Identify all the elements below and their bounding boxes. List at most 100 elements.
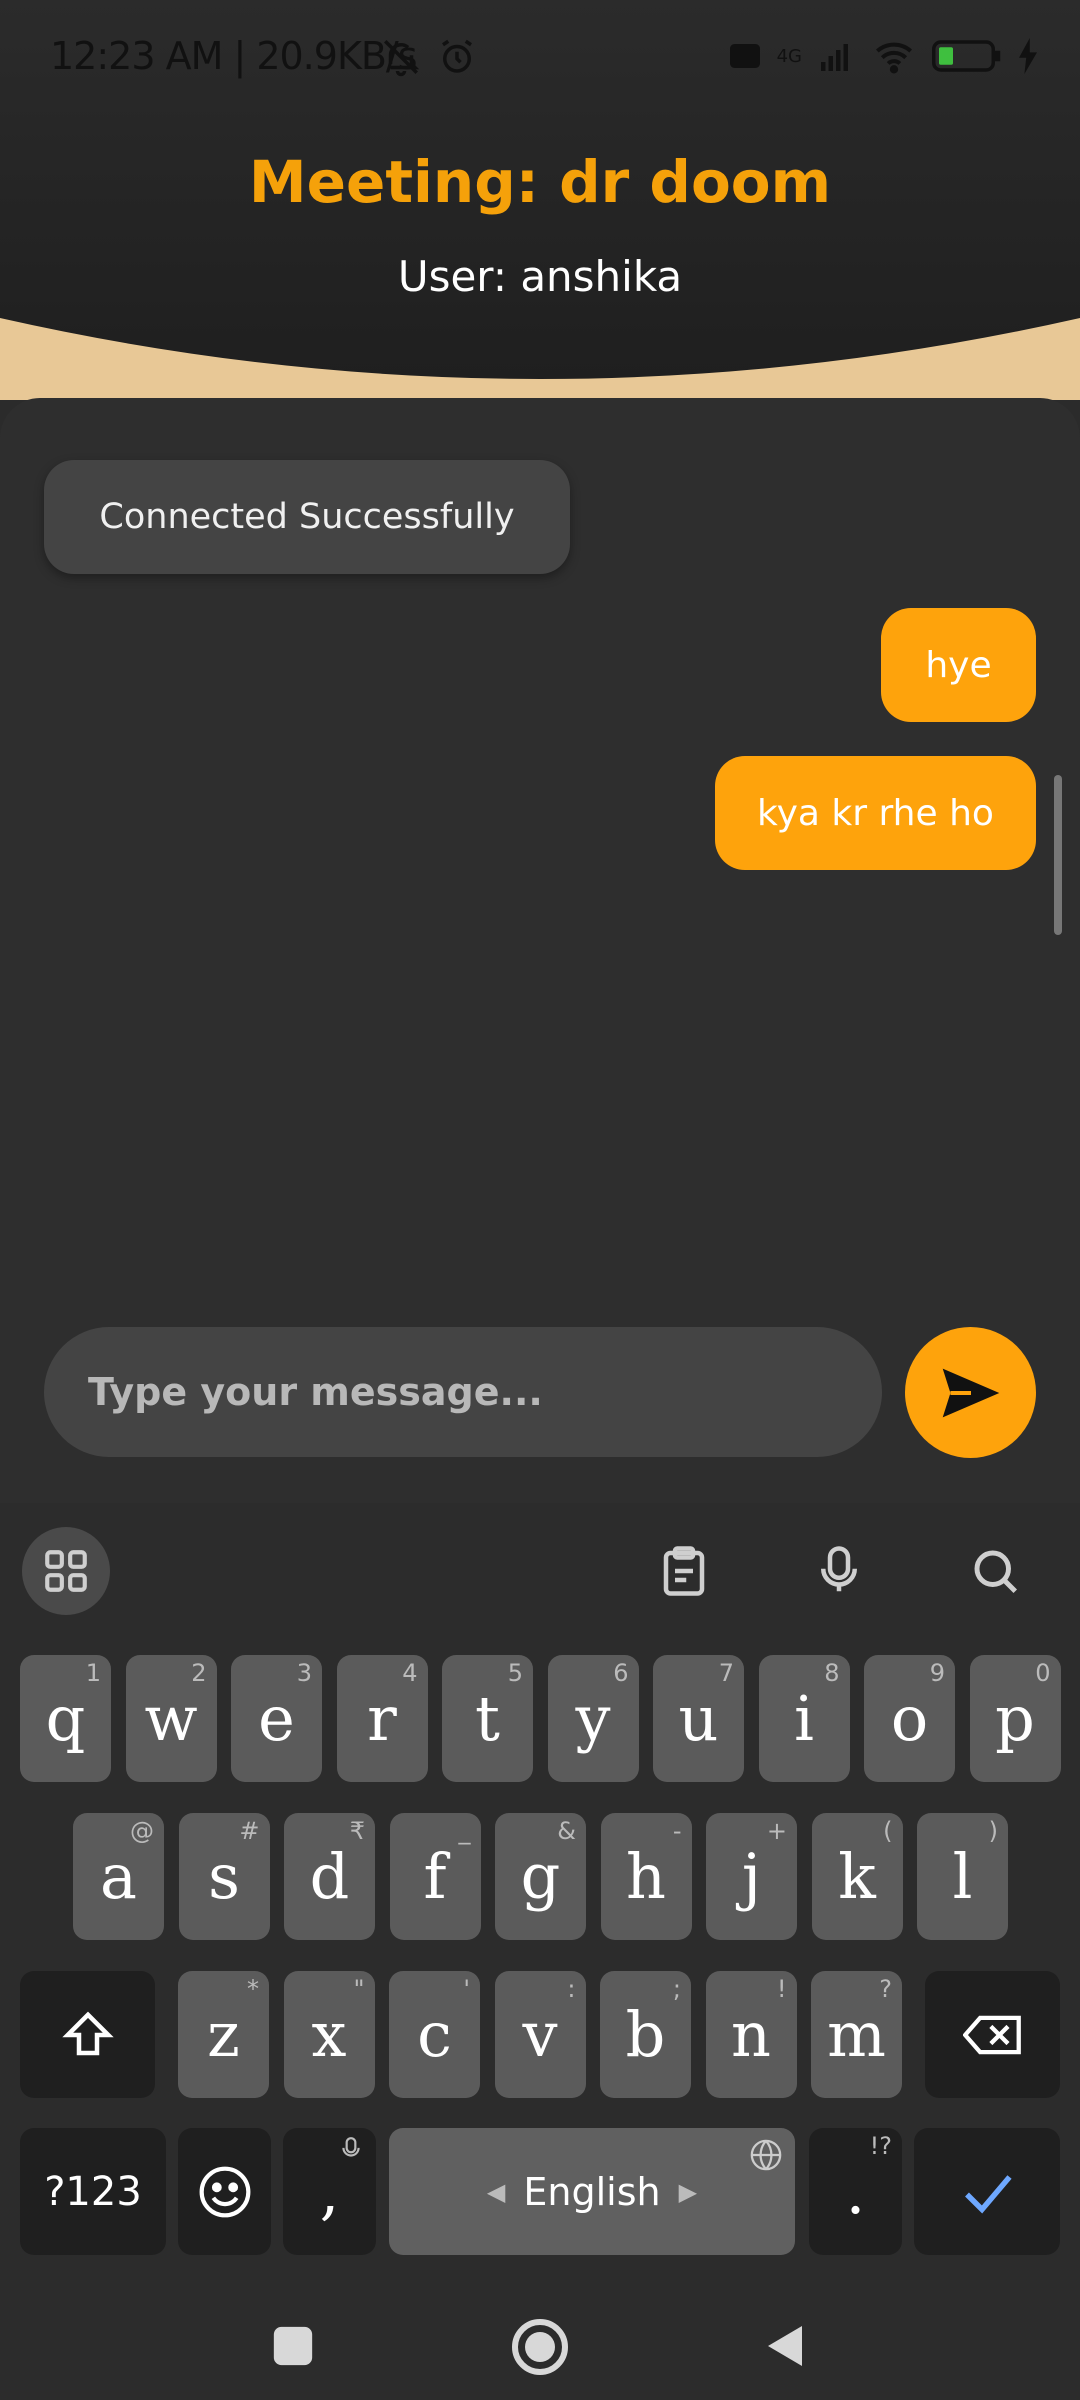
recent-apps-button[interactable] <box>270 2323 316 2369</box>
key-s[interactable]: s # <box>178 1813 270 1940</box>
comma-key[interactable]: , <box>283 2128 376 2255</box>
alarm-icon <box>442 39 472 73</box>
chat-bubble-sent[interactable]: kya kr rhe ho <box>715 756 1036 870</box>
send-button[interactable] <box>905 1327 1036 1458</box>
home-button[interactable] <box>510 2317 570 2377</box>
key-label: f <box>423 1840 447 1913</box>
system-message: Connected Successfully <box>44 460 570 574</box>
voice-input-button[interactable] <box>807 1539 871 1603</box>
send-icon <box>942 1368 999 1417</box>
key-n[interactable]: n! <box>705 1971 797 2098</box>
key-label: l <box>952 1840 973 1913</box>
chat-bubble-sent[interactable]: hye <box>881 608 1036 722</box>
message-input-container[interactable] <box>44 1327 882 1457</box>
key-hint: & <box>557 1817 576 1845</box>
key-hint: + <box>766 1817 787 1845</box>
key-d[interactable]: d ₹ <box>284 1813 375 1940</box>
key-r[interactable]: r4 <box>336 1655 428 1782</box>
key-z[interactable]: z * <box>178 1971 269 2098</box>
key-w[interactable]: w2 <box>125 1655 217 1782</box>
key-h[interactable]: h- <box>600 1813 692 1940</box>
period-hint: !? <box>869 2132 892 2160</box>
message-input[interactable] <box>44 1327 882 1457</box>
key-hint: 6 <box>613 1659 629 1687</box>
key-hint: # <box>239 1817 260 1845</box>
key-hint: 2 <box>191 1659 207 1687</box>
key-f[interactable]: f _ <box>389 1813 481 1940</box>
key-v[interactable]: v: <box>494 1971 586 2098</box>
backspace-icon <box>962 2015 1021 2054</box>
key-hint: " <box>353 1975 365 2003</box>
key-b[interactable]: b; <box>600 1971 691 2098</box>
key-hint: 8 <box>824 1659 840 1687</box>
key-hint: 7 <box>718 1659 734 1687</box>
key-y[interactable]: y6 <box>547 1655 639 1782</box>
back-button[interactable] <box>762 2321 810 2371</box>
key-label: d <box>309 1840 350 1913</box>
key-u[interactable]: u7 <box>653 1655 744 1782</box>
key-hint: - <box>672 1817 682 1845</box>
key-label: m <box>827 1998 886 2071</box>
key-label: k <box>838 1840 876 1913</box>
key-j[interactable]: j + <box>706 1813 797 1940</box>
key-hint: ' <box>463 1975 470 2003</box>
period-key[interactable]: . !? <box>809 2128 902 2255</box>
grid-icon <box>45 1550 87 1592</box>
network-type: 4G <box>776 45 802 67</box>
enter-key[interactable] <box>914 2128 1060 2255</box>
key-hint: ! <box>776 1975 787 2003</box>
key-hint: @ <box>130 1817 154 1845</box>
key-c[interactable]: c ' <box>389 1971 480 2098</box>
emoji-key[interactable] <box>178 2128 271 2255</box>
chat-scrollbar[interactable] <box>1054 775 1062 935</box>
key-label: t <box>475 1682 500 1755</box>
key-hint: ( <box>883 1817 893 1845</box>
backspace-key[interactable] <box>925 1971 1060 2098</box>
key-label: o <box>890 1682 929 1755</box>
globe-icon <box>750 2139 782 2171</box>
key-label: c <box>417 1998 452 2071</box>
status-time: 12:23 AM | 20.9KB/s <box>50 34 418 78</box>
symbols-key[interactable]: ?123 <box>20 2128 166 2255</box>
key-label: b <box>625 1998 666 2071</box>
key-label: u <box>678 1682 719 1755</box>
comma-label: , <box>319 2155 340 2228</box>
key-hint: 3 <box>296 1659 312 1687</box>
charging-icon <box>1019 38 1037 74</box>
emoji-icon <box>199 2166 250 2217</box>
volte-icon <box>729 44 760 68</box>
space-language-label: English <box>523 2169 661 2214</box>
key-hint: ₹ <box>349 1817 365 1845</box>
key-label: x <box>311 1998 347 2071</box>
key-q[interactable]: q1 <box>20 1655 111 1782</box>
key-i[interactable]: i8 <box>758 1655 850 1782</box>
space-key[interactable]: ◀ English ▶ <box>389 2128 795 2255</box>
clipboard-button[interactable] <box>652 1539 716 1603</box>
shift-key[interactable] <box>20 1971 155 2098</box>
search-icon <box>974 1550 1018 1594</box>
key-hint: 5 <box>507 1659 523 1687</box>
key-k[interactable]: k( <box>811 1813 903 1940</box>
navigation-bar <box>0 2293 1080 2400</box>
key-label: e <box>258 1682 295 1755</box>
key-p[interactable]: p0 <box>969 1655 1061 1782</box>
key-m[interactable]: m? <box>811 1971 902 2098</box>
key-l[interactable]: l) <box>917 1813 1008 1940</box>
key-a[interactable]: a @ <box>73 1813 164 1940</box>
space-right-arrow: ▶ <box>678 2177 698 2206</box>
status-right-icons: 4G <box>727 36 1040 76</box>
key-t[interactable]: t5 <box>442 1655 533 1782</box>
keyboard-search-button[interactable] <box>963 1539 1027 1603</box>
key-x[interactable]: x " <box>283 1971 375 2098</box>
key-label: j <box>741 1840 762 1913</box>
key-hint: ; <box>672 1975 681 2003</box>
keyboard-apps-button[interactable] <box>22 1527 110 1615</box>
key-o[interactable]: o9 <box>864 1655 955 1782</box>
signal-icon <box>821 44 848 71</box>
key-e[interactable]: e3 <box>231 1655 322 1782</box>
key-hint: 0 <box>1035 1659 1051 1687</box>
checkmark-icon <box>965 2174 1012 2214</box>
keyboard: q1w2e3r4t5y6u7i8o9p0 a @ s # d ₹ f _ g & h - j + k(l) … <box>0 1503 1080 2293</box>
key-g[interactable]: g & <box>495 1813 586 1940</box>
key-label: a <box>100 1840 137 1913</box>
